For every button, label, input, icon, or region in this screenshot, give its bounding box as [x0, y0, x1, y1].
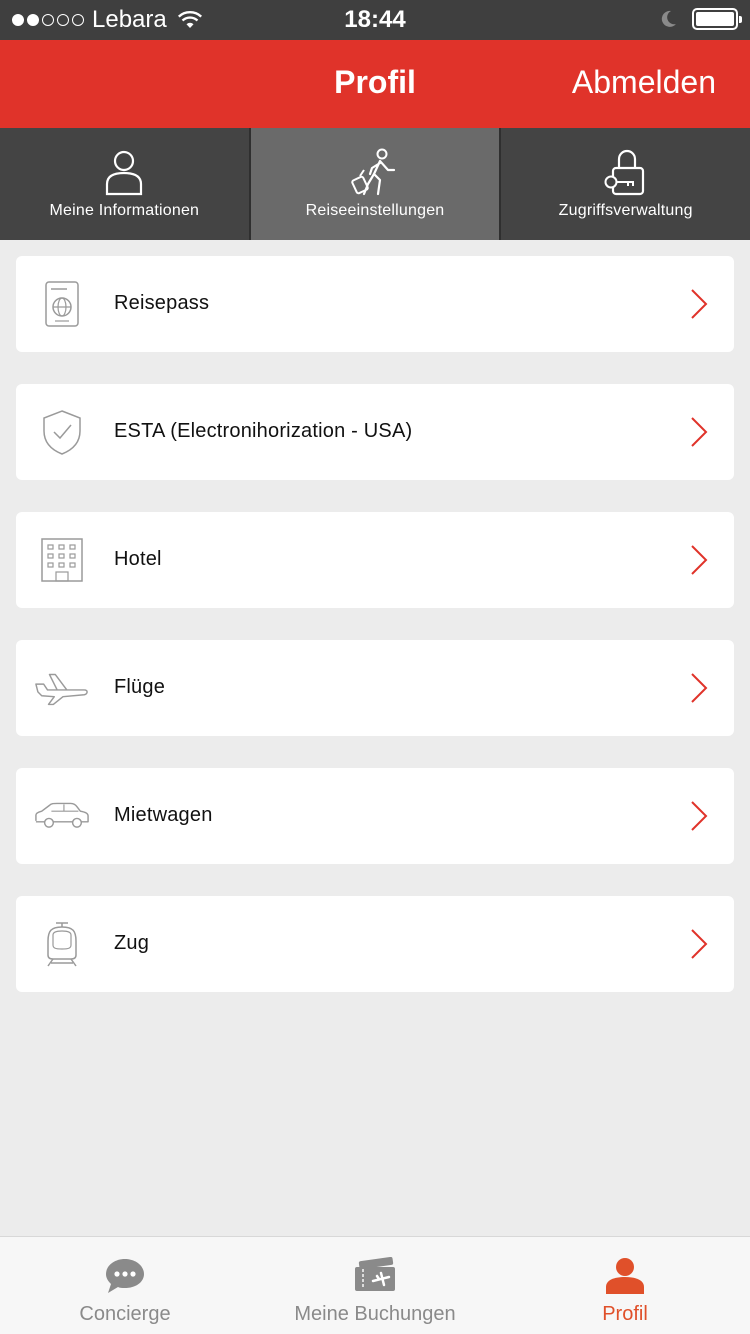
nav-profil[interactable]: Profil — [500, 1237, 750, 1334]
nav-label: Concierge — [79, 1303, 171, 1325]
status-time: 18:44 — [344, 6, 406, 33]
app-header: Profil Abmelden — [0, 40, 750, 128]
hotel-icon — [34, 532, 90, 588]
list-item-esta[interactable]: ESTA (Electronihorization - USA) — [16, 384, 734, 480]
travel-settings-list: Reisepass ESTA (Electronihorization - US… — [16, 256, 734, 1024]
nav-label: Profil — [602, 1303, 648, 1325]
list-item-label: Reisepass — [114, 292, 210, 314]
profile-tabs: Meine Informationen Reiseeinstellungen Z… — [0, 128, 750, 240]
tab-label: Meine Informationen — [49, 202, 200, 219]
nav-meine-buchungen[interactable]: Meine Buchungen — [250, 1237, 500, 1334]
tab-zugriffsverwaltung[interactable]: Zugriffsverwaltung — [499, 128, 750, 240]
list-item-fluege[interactable]: Flüge — [16, 640, 734, 736]
list-item-zug[interactable]: Zug — [16, 896, 734, 992]
profile-icon — [606, 1258, 644, 1294]
list-item-label: Hotel — [114, 548, 162, 570]
battery-icon — [692, 8, 742, 30]
chevron-right-icon — [691, 929, 708, 959]
shield-icon — [34, 404, 90, 460]
list-item-reisepass[interactable]: Reisepass — [16, 256, 734, 352]
list-item-mietwagen[interactable]: Mietwagen — [16, 768, 734, 864]
lock-key-icon — [604, 149, 644, 196]
tab-reiseeinstellungen[interactable]: Reiseeinstellungen — [248, 128, 500, 240]
nav-label: Meine Buchungen — [294, 1303, 456, 1325]
chevron-right-icon — [691, 289, 708, 319]
tab-meine-informationen[interactable]: Meine Informationen — [0, 128, 249, 240]
passport-icon — [34, 276, 90, 332]
list-item-label: Mietwagen — [114, 804, 213, 826]
chevron-right-icon — [691, 801, 708, 831]
chevron-right-icon — [691, 673, 708, 703]
chevron-right-icon — [691, 545, 708, 575]
tab-label: Zugriffsverwaltung — [558, 202, 693, 219]
list-item-label: Flüge — [114, 676, 166, 698]
status-bar: Lebara 18:44 — [0, 0, 750, 40]
person-icon — [106, 150, 143, 196]
car-icon — [34, 788, 90, 844]
list-item-label: ESTA (Electronihorization - USA) — [114, 420, 413, 442]
chevron-right-icon — [691, 417, 708, 447]
logout-button[interactable]: Abmelden — [572, 64, 716, 101]
ticket-icon — [355, 1257, 395, 1291]
tab-label: Reiseeinstellungen — [305, 202, 445, 219]
chat-icon — [106, 1259, 144, 1293]
nav-concierge[interactable]: Concierge — [0, 1237, 250, 1334]
bottom-nav: Concierge Meine Buchungen Profil — [0, 1236, 750, 1334]
traveler-icon — [351, 148, 396, 196]
airplane-icon — [34, 660, 90, 716]
list-item-label: Zug — [114, 932, 150, 954]
train-icon — [34, 916, 90, 972]
list-item-hotel[interactable]: Hotel — [16, 512, 734, 608]
status-right — [658, 8, 742, 30]
moon-icon — [661, 10, 676, 27]
